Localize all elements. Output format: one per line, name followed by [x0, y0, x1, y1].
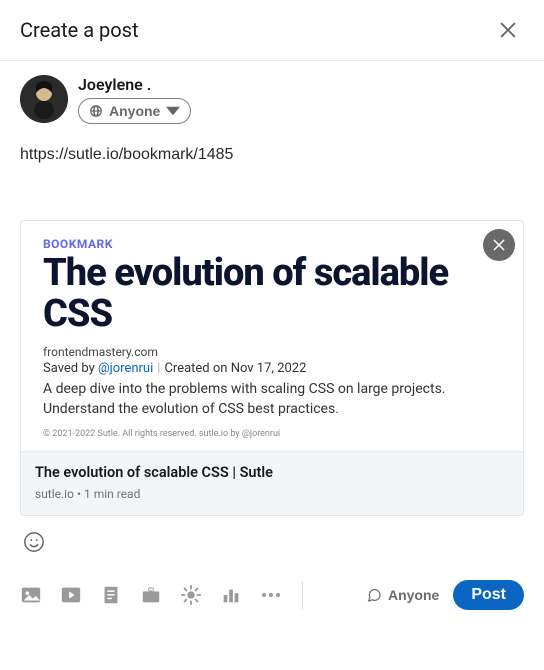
more-button[interactable]: [260, 584, 282, 606]
toolbar-left: [20, 581, 303, 609]
add-job-button[interactable]: [140, 584, 162, 606]
poll-icon: [220, 584, 242, 606]
visibility-selector[interactable]: Anyone: [78, 98, 191, 124]
toolbar: Anyone Post: [0, 566, 544, 610]
add-poll-button[interactable]: [220, 584, 242, 606]
avatar[interactable]: [20, 75, 68, 123]
video-icon: [60, 584, 82, 606]
chevron-down-icon: [166, 104, 180, 118]
created-prefix: Created on: [164, 361, 230, 376]
dialog-title: Create a post: [20, 18, 139, 42]
emoji-picker-button[interactable]: [20, 528, 48, 556]
toolbar-divider: [302, 581, 303, 609]
celebrate-button[interactable]: [180, 584, 202, 606]
post-button[interactable]: Post: [453, 580, 524, 610]
globe-icon: [89, 104, 103, 118]
photo-icon: [20, 584, 42, 606]
comment-scope-button[interactable]: Anyone: [366, 587, 439, 603]
separator: |: [153, 361, 164, 376]
add-photo-button[interactable]: [20, 584, 42, 606]
meta-dot: •: [77, 487, 84, 501]
comment-icon: [366, 587, 382, 603]
dialog-header: Create a post: [0, 0, 544, 61]
saved-prefix: Saved by: [43, 361, 98, 376]
emoji-row: [0, 516, 544, 556]
link-preview-wrap: BOOKMARK The evolution of scalable CSS f…: [0, 220, 544, 516]
emoji-icon: [23, 531, 45, 553]
celebrate-icon: [180, 584, 202, 606]
link-preview-card: BOOKMARK The evolution of scalable CSS f…: [20, 220, 524, 516]
create-post-dialog: Create a post Joeylene . Anyone BOO: [0, 0, 544, 620]
post-text-input[interactable]: [20, 146, 524, 164]
close-button[interactable]: [492, 14, 524, 46]
close-icon: [491, 237, 507, 253]
briefcase-icon: [140, 584, 162, 606]
author-block: Joeylene . Anyone: [78, 75, 191, 124]
bookmark-source-domain: frontendmastery.com: [43, 345, 501, 359]
close-icon: [497, 19, 519, 41]
add-video-button[interactable]: [60, 584, 82, 606]
author-row: Joeylene . Anyone: [0, 61, 544, 128]
bookmark-byline: Saved by @jorenrui|Created on Nov 17, 20…: [43, 361, 501, 376]
link-preview-image: BOOKMARK The evolution of scalable CSS f…: [21, 221, 523, 451]
bookmark-copyright: © 2021-2022 Sutle. All rights reserved. …: [43, 429, 501, 439]
ellipsis-icon: [262, 593, 280, 597]
saved-by-handle[interactable]: @jorenrui: [98, 361, 153, 376]
link-preview-footer: The evolution of scalable CSS | Sutle su…: [21, 451, 523, 515]
created-date: Nov 17, 2022: [231, 361, 307, 376]
preview-meta: sutle.io • 1 min read: [35, 487, 509, 501]
add-document-button[interactable]: [100, 584, 122, 606]
toolbar-right: Anyone Post: [366, 580, 524, 610]
preview-domain: sutle.io: [35, 487, 74, 501]
preview-readtime: 1 min read: [84, 487, 140, 501]
bookmark-headline: The evolution of scalable CSS: [43, 253, 501, 335]
bookmark-badge: BOOKMARK: [43, 237, 501, 251]
document-icon: [100, 584, 122, 606]
bookmark-description: A deep dive into the problems with scali…: [43, 380, 501, 419]
author-name: Joeylene .: [78, 75, 191, 94]
post-editor[interactable]: [0, 128, 544, 164]
visibility-label: Anyone: [109, 103, 160, 119]
preview-title: The evolution of scalable CSS | Sutle: [35, 464, 509, 481]
comment-scope-label: Anyone: [388, 587, 439, 603]
remove-preview-button[interactable]: [483, 229, 515, 261]
